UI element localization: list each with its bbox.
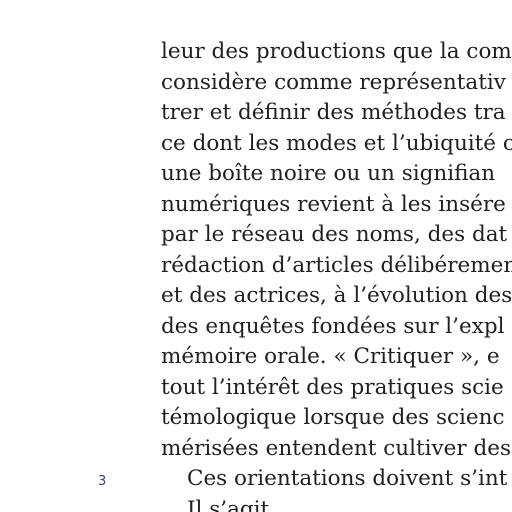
text-line: numériques revient à les insére [161,191,506,217]
text-line: mémoire orale. « Critiquer », e [161,344,500,369]
text-line: rédaction d’articles délibéremen [161,252,512,278]
text-line: trer et définir des méthodes tra [161,100,506,125]
body-text: leur des productions que la com considèr… [161,37,512,512]
text-line: considère comme représentativ [161,69,506,95]
text-line: témologique lorsque des scienc [161,405,505,430]
text-line: une boîte noire ou un signifian [161,161,496,186]
text-line: Il s’agit ... [187,496,297,512]
document-page: leur des productions que la com considèr… [0,0,512,512]
text-line: et des actrices, à l’évolution des [161,283,512,308]
text-line: mérisées entendent cultiver des [161,435,511,461]
paragraph-first-line: Ces orientations doivent s’int [187,466,508,491]
text-line: tout l’intérêt des pratiques scie [161,374,504,400]
margin-note-number: 3 [98,474,107,489]
text-line: des enquêtes fondées sur l’expl [161,313,505,339]
text-line: leur des productions que la com [161,39,512,64]
text-line: ce dont les modes et l’ubiquité c [161,130,512,156]
text-line: par le réseau des noms, des dat [161,222,508,247]
